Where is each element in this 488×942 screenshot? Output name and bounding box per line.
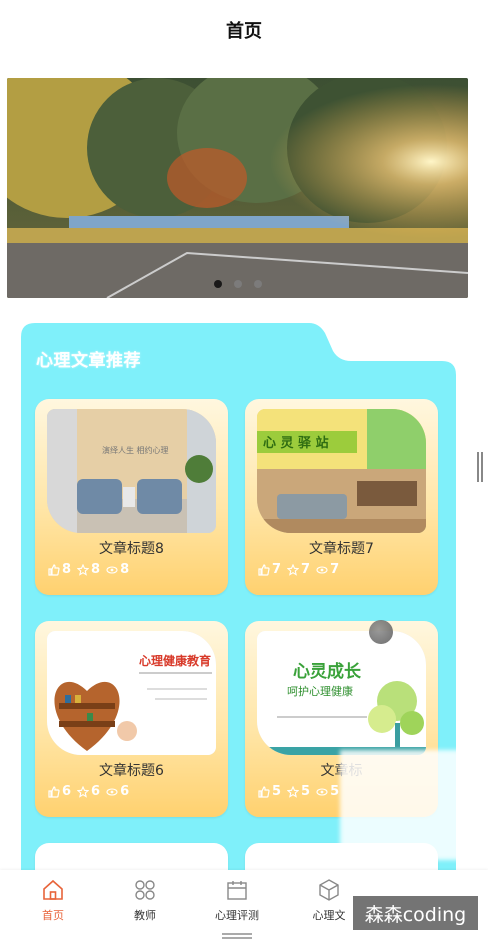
home-icon bbox=[43, 879, 63, 900]
favorite-count: 5 bbox=[301, 784, 311, 799]
article-stats: 7 7 7 bbox=[258, 562, 339, 577]
home-indicator bbox=[222, 933, 252, 939]
calendar-icon bbox=[227, 881, 247, 900]
view-stat: 6 bbox=[106, 784, 129, 799]
star-icon bbox=[77, 563, 90, 576]
favorite-count: 7 bbox=[301, 562, 311, 577]
favorite-stat: 7 bbox=[287, 562, 310, 577]
like-stat: 7 bbox=[258, 562, 281, 577]
article-stats: 6 6 6 bbox=[48, 784, 129, 799]
carousel-indicators bbox=[7, 280, 468, 288]
view-count: 6 bbox=[120, 784, 130, 799]
cube-icon bbox=[319, 879, 339, 901]
like-count: 8 bbox=[62, 562, 72, 577]
carousel-dot[interactable] bbox=[253, 280, 262, 288]
eye-icon bbox=[316, 565, 328, 574]
grid-icon bbox=[135, 880, 155, 900]
tab-label: 心理评测 bbox=[215, 909, 259, 922]
like-count: 7 bbox=[272, 562, 282, 577]
thumbs-up-icon bbox=[258, 563, 270, 576]
thumb-banner-text: 心 灵 驿 站 bbox=[263, 435, 329, 451]
article-card[interactable]: 心 灵 驿 站 文章标题7 7 7 7 bbox=[245, 399, 438, 595]
tab-home[interactable]: 首页 bbox=[8, 878, 98, 923]
thumb-sign-text: 演绎人生 相约心理 bbox=[102, 445, 169, 455]
scroll-handle[interactable] bbox=[477, 452, 483, 482]
view-stat: 7 bbox=[316, 562, 339, 577]
tab-assessment[interactable]: 心理评测 bbox=[192, 878, 282, 923]
banner-carousel[interactable] bbox=[7, 78, 468, 298]
view-count: 5 bbox=[330, 784, 340, 799]
article-thumbnail: 演绎人生 相约心理 bbox=[47, 409, 216, 533]
tab-label: 心理文 bbox=[312, 909, 346, 922]
thumb-line1: 心灵成长 bbox=[293, 661, 362, 682]
favorite-stat: 8 bbox=[77, 562, 100, 577]
like-stat: 6 bbox=[48, 784, 71, 799]
article-thumbnail: 心理健康教育 bbox=[47, 631, 216, 755]
like-stat: 5 bbox=[258, 784, 281, 799]
article-title: 文章标题6 bbox=[99, 763, 164, 779]
star-icon bbox=[287, 785, 300, 798]
carousel-dot[interactable] bbox=[233, 280, 242, 288]
page-title: 首页 bbox=[226, 21, 262, 42]
like-stat: 8 bbox=[48, 562, 71, 577]
thumbs-up-icon bbox=[48, 785, 60, 798]
favorite-count: 8 bbox=[91, 562, 101, 577]
favorite-stat: 5 bbox=[287, 784, 310, 799]
view-stat: 5 bbox=[316, 784, 339, 799]
thumbs-up-icon bbox=[258, 785, 270, 798]
view-count: 8 bbox=[120, 562, 130, 577]
thumb-line2: 呵护心理健康 bbox=[287, 684, 353, 698]
article-title: 文章标题7 bbox=[309, 541, 374, 557]
tab-label: 教师 bbox=[134, 909, 156, 922]
view-stat: 8 bbox=[106, 562, 129, 577]
star-icon bbox=[77, 785, 90, 798]
section-title: 心理文章推荐 bbox=[36, 351, 141, 371]
carousel-dot[interactable] bbox=[213, 280, 222, 288]
favorite-stat: 6 bbox=[77, 784, 100, 799]
tab-teachers[interactable]: 教师 bbox=[100, 878, 190, 923]
article-card[interactable]: 心理健康教育 文章标题6 6 6 6 bbox=[35, 621, 228, 817]
favorite-count: 6 bbox=[91, 784, 101, 799]
like-count: 6 bbox=[62, 784, 72, 799]
article-thumbnail: 心灵成长 呵护心理健康 bbox=[257, 631, 426, 755]
banner-image bbox=[7, 78, 468, 298]
article-stats: 5 5 5 bbox=[258, 784, 339, 799]
article-card[interactable]: 演绎人生 相约心理 文章标题8 8 8 8 bbox=[35, 399, 228, 595]
like-count: 5 bbox=[272, 784, 282, 799]
eye-icon bbox=[316, 787, 328, 796]
tab-label: 首页 bbox=[42, 909, 64, 922]
overlay-glow bbox=[340, 750, 470, 860]
view-count: 7 bbox=[330, 562, 340, 577]
article-thumbnail: 心 灵 驿 站 bbox=[257, 409, 426, 533]
article-stats: 8 8 8 bbox=[48, 562, 129, 577]
star-icon bbox=[287, 563, 300, 576]
watermark: 森森coding bbox=[353, 896, 478, 930]
article-title: 文章标题8 bbox=[99, 541, 164, 557]
page-header: 首页 bbox=[0, 0, 488, 60]
eye-icon bbox=[106, 565, 118, 574]
floating-ball[interactable] bbox=[369, 620, 393, 644]
thumbs-up-icon bbox=[48, 563, 60, 576]
eye-icon bbox=[106, 787, 118, 796]
thumb-heading: 心理健康教育 bbox=[139, 653, 211, 668]
